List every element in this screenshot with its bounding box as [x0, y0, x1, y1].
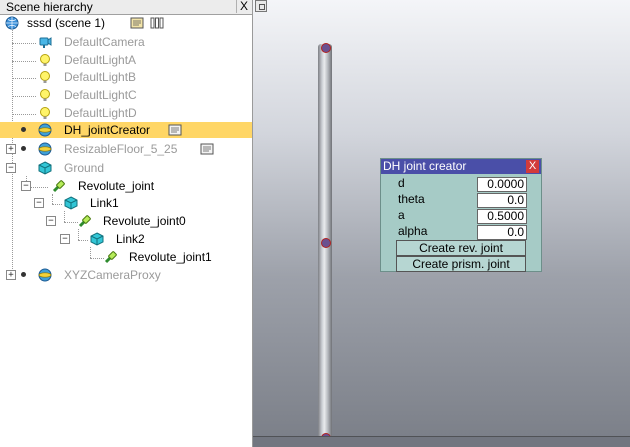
tree-root[interactable]: sssd (scene 1) — [0, 15, 252, 31]
visibility-dot-icon — [21, 146, 26, 151]
tree-item-ground[interactable]: − Ground — [0, 160, 252, 176]
collapse-icon[interactable]: − — [60, 234, 70, 244]
globe-icon — [5, 16, 19, 30]
param-label-d: d — [398, 176, 405, 190]
visibility-dot-icon — [21, 272, 26, 277]
close-icon[interactable]: X — [236, 0, 251, 13]
collapse-icon[interactable]: − — [6, 163, 16, 173]
floor — [253, 437, 630, 447]
param-label-alpha: alpha — [398, 224, 428, 238]
param-input-alpha[interactable]: 0.0 — [477, 225, 527, 240]
light-icon — [40, 71, 50, 83]
collapse-icon[interactable]: − — [34, 198, 44, 208]
tree-item-resizablefloor[interactable]: + ResizableFloor_5_25 — [0, 141, 252, 157]
joint-marker-middle[interactable] — [321, 238, 331, 248]
tree-item-link1[interactable]: − Link1 — [0, 195, 252, 211]
dummy-object-icon — [38, 268, 52, 282]
tree-item-label: DefaultLightC — [64, 88, 137, 102]
tree-item-label: DefaultLightD — [64, 106, 137, 120]
light-icon — [40, 107, 50, 119]
tree-item-label: DefaultCamera — [64, 35, 145, 49]
joint-icon — [78, 215, 91, 228]
dummy-object-icon — [38, 123, 52, 137]
tree-item-label: Revolute_joint — [78, 179, 155, 193]
tree-item-label: Ground — [64, 161, 105, 175]
script-icon[interactable] — [168, 123, 182, 137]
param-input-a[interactable]: 0.5000 — [477, 209, 527, 224]
light-icon — [40, 54, 50, 66]
tree-item-revolute-joint1[interactable]: Revolute_joint1 — [0, 249, 252, 265]
tree-item-revolute-joint0[interactable]: − Revolute_joint0 — [0, 213, 252, 229]
tree-item-xyzcameraproxy[interactable]: + XYZCameraProxy — [0, 267, 252, 283]
tree-item-label: DefaultLightA — [64, 53, 137, 67]
expand-icon[interactable]: + — [6, 144, 16, 154]
param-input-d[interactable]: 0.0000 — [477, 177, 527, 192]
tree-item-defaultlightb[interactable]: DefaultLightB — [0, 69, 252, 85]
param-label-theta: theta — [398, 192, 425, 206]
view-toggle-button[interactable] — [255, 0, 267, 12]
joint-icon — [104, 251, 117, 264]
tree-item-label: Link2 — [116, 232, 145, 246]
shape-cube-icon — [64, 196, 78, 210]
param-input-theta[interactable]: 0.0 — [477, 193, 527, 208]
customization-script-icon[interactable] — [150, 16, 164, 30]
dh-joint-creator-dialog: DH joint creator X d 0.0000 theta 0.0 a … — [380, 158, 542, 272]
collapse-icon[interactable]: − — [21, 181, 31, 191]
tree-item-defaultlightc[interactable]: DefaultLightC — [0, 87, 252, 103]
tree-item-label: DefaultLightB — [64, 70, 137, 84]
close-icon[interactable]: X — [526, 160, 539, 173]
tree-item-label: ResizableFloor_5_25 — [64, 142, 178, 156]
tree-item-link2[interactable]: − Link2 — [0, 231, 252, 247]
tree-item-label: Link1 — [90, 196, 119, 210]
joint-icon — [52, 180, 65, 193]
create-rev-joint-button[interactable]: Create rev. joint — [396, 240, 526, 256]
visibility-dot-icon — [21, 127, 26, 132]
tree-item-defaultlighta[interactable]: DefaultLightA — [0, 52, 252, 68]
camera-icon — [39, 37, 52, 48]
param-label-a: a — [398, 208, 405, 222]
dialog-title: DH joint creator — [383, 159, 467, 173]
tree-item-label: DH_jointCreator — [64, 123, 151, 137]
joint-marker-top[interactable] — [321, 43, 331, 53]
tree-item-label: XYZCameraProxy — [64, 268, 161, 282]
light-icon — [40, 89, 50, 101]
scene-hierarchy-panel: Scene hierarchy X sssd (scene 1) Default… — [0, 0, 253, 447]
expand-icon[interactable]: + — [6, 270, 16, 280]
tree-item-defaultcamera[interactable]: DefaultCamera — [0, 34, 252, 50]
collapse-icon[interactable]: − — [46, 216, 56, 226]
script-icon[interactable] — [130, 16, 144, 30]
tree-item-revolute-joint[interactable]: − Revolute_joint — [0, 178, 252, 194]
scene-hierarchy-title: Scene hierarchy — [6, 0, 93, 14]
scene-root-label: sssd (scene 1) — [27, 16, 106, 30]
shape-cube-icon — [38, 161, 52, 175]
dummy-object-icon — [38, 142, 52, 156]
scene-hierarchy-header: Scene hierarchy X — [0, 0, 252, 15]
dialog-titlebar[interactable]: DH joint creator X — [381, 159, 541, 174]
tree-item-label: Revolute_joint1 — [129, 250, 212, 264]
tree-item-dh-jointcreator[interactable]: DH_jointCreator — [0, 122, 252, 138]
shape-cube-icon — [90, 232, 104, 246]
tree-item-defaultlightd[interactable]: DefaultLightD — [0, 105, 252, 121]
create-prism-joint-button[interactable]: Create prism. joint — [396, 256, 526, 272]
script-icon[interactable] — [200, 142, 214, 156]
tree-item-label: Revolute_joint0 — [103, 214, 186, 228]
